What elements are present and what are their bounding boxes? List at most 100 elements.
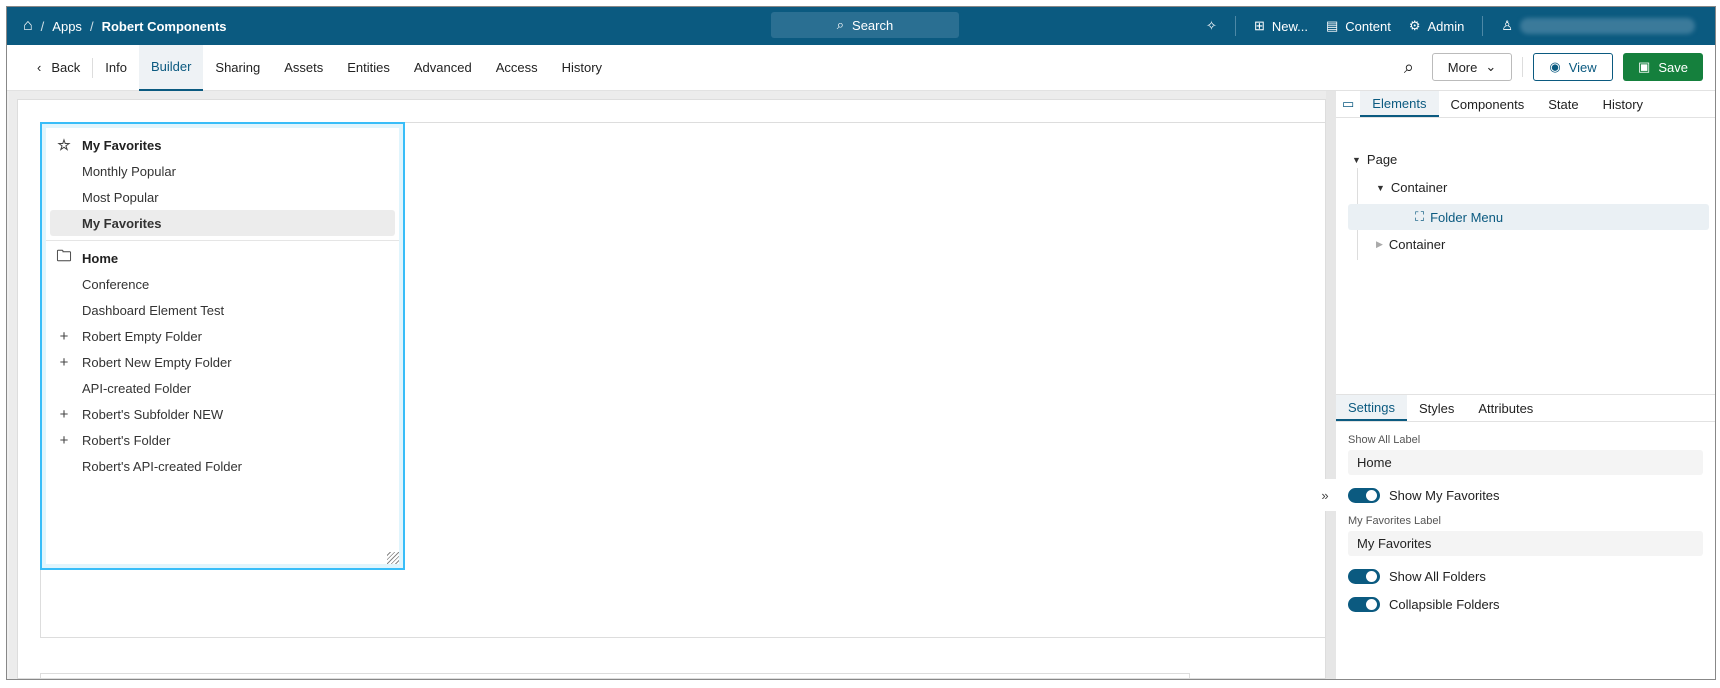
tree-node-container[interactable]: ▼ Container bbox=[1376, 180, 1447, 195]
tree-node-page[interactable]: ▼ Page bbox=[1352, 152, 1397, 167]
expand-plus-icon[interactable]: + bbox=[56, 406, 72, 423]
breadcrumb-separator: / bbox=[40, 18, 45, 34]
star-icon: ☆ bbox=[57, 137, 71, 154]
tab-settings[interactable]: Settings bbox=[1336, 395, 1407, 421]
chevron-left-icon: ‹ bbox=[37, 60, 42, 75]
folder-label: Dashboard Element Test bbox=[82, 302, 225, 318]
folder-label: Robert Empty Folder bbox=[82, 328, 202, 344]
collapsible-folders-toggle[interactable]: Collapsible Folders bbox=[1348, 597, 1703, 612]
divider bbox=[46, 240, 399, 241]
tab-sharing[interactable]: Sharing bbox=[203, 45, 272, 91]
tab-styles[interactable]: Styles bbox=[1407, 395, 1466, 421]
toggle-switch[interactable] bbox=[1348, 597, 1380, 612]
expand-plus-icon[interactable]: + bbox=[56, 328, 72, 345]
tab-state[interactable]: State bbox=[1536, 91, 1590, 117]
back-button[interactable]: ‹ Back bbox=[7, 57, 94, 78]
tab-access[interactable]: Access bbox=[484, 45, 550, 91]
tab-assets[interactable]: Assets bbox=[272, 45, 335, 91]
folder-item[interactable]: Robert's API-created Folder bbox=[50, 453, 395, 479]
tab-panel-history[interactable]: History bbox=[1591, 91, 1655, 117]
top-bar: ⌂ / Apps / Robert Components ⌕ Search ✧ … bbox=[7, 7, 1715, 45]
page-preview: ☆ My Favorites Monthly Popular Most Popul… bbox=[17, 99, 1327, 679]
breadcrumb-current: Robert Components bbox=[101, 18, 227, 34]
favorites-header-label: My Favorites bbox=[82, 137, 162, 153]
item-label: Monthly Popular bbox=[82, 163, 176, 179]
toggle-switch[interactable] bbox=[1348, 569, 1380, 584]
eye-icon: ◉ bbox=[1549, 59, 1561, 74]
container[interactable] bbox=[40, 673, 1190, 679]
more-label: More bbox=[1447, 59, 1478, 75]
view-label: View bbox=[1568, 59, 1597, 75]
favorites-header[interactable]: ☆ My Favorites bbox=[50, 132, 395, 158]
breadcrumb-apps[interactable]: Apps bbox=[52, 19, 82, 34]
folder-item[interactable]: + Robert Empty Folder bbox=[50, 323, 395, 349]
node-label: Page bbox=[1366, 152, 1398, 167]
my-favorites-label-caption: My Favorites Label bbox=[1348, 515, 1441, 527]
layout-icon[interactable]: ▭ bbox=[1336, 91, 1360, 117]
item-label: My Favorites bbox=[82, 215, 162, 231]
show-all-label-caption: Show All Label bbox=[1348, 434, 1421, 446]
toggle-switch[interactable] bbox=[1348, 488, 1380, 503]
container[interactable]: ☆ My Favorites Monthly Popular Most Popul… bbox=[40, 122, 1327, 638]
ai-assistant-icon[interactable]: ✧ bbox=[1206, 18, 1217, 34]
expand-plus-icon[interactable]: + bbox=[56, 432, 72, 449]
folder-item[interactable]: + Robert New Empty Folder bbox=[50, 349, 395, 375]
toggle-label: Show My Favorites bbox=[1389, 488, 1500, 503]
folder-label: Robert's API-created Folder bbox=[82, 458, 242, 474]
tree-node-container[interactable]: ▶ Container bbox=[1376, 237, 1445, 252]
show-all-folders-toggle[interactable]: Show All Folders bbox=[1348, 569, 1703, 584]
breadcrumb: ⌂ / Apps / Robert Components bbox=[23, 17, 227, 35]
new-button[interactable]: ⊞ New... bbox=[1254, 18, 1308, 34]
tree-node-folder-menu[interactable]: ⛶ Folder Menu bbox=[1415, 209, 1503, 225]
panel-tabs: ▭ Elements Components State History bbox=[1336, 91, 1715, 118]
divider bbox=[1482, 16, 1484, 36]
folder-item[interactable]: Dashboard Element Test bbox=[50, 297, 395, 323]
expand-plus-icon[interactable]: + bbox=[56, 354, 72, 371]
app-window: ⌂ / Apps / Robert Components ⌕ Search ✧ … bbox=[6, 6, 1716, 680]
resize-handle[interactable] bbox=[387, 552, 399, 564]
file-icon: ▤ bbox=[1325, 18, 1339, 33]
node-label: Folder Menu bbox=[1430, 209, 1504, 225]
folder-item[interactable]: Conference bbox=[50, 271, 395, 297]
user-menu[interactable]: ♙ bbox=[1501, 18, 1695, 34]
tab-attributes[interactable]: Attributes bbox=[1466, 395, 1545, 421]
home-header[interactable]: 🗀 Home bbox=[50, 245, 395, 271]
list-item[interactable]: Most Popular bbox=[50, 184, 395, 210]
global-search[interactable]: ⌕ Search bbox=[771, 12, 959, 38]
back-label: Back bbox=[51, 60, 81, 75]
home-icon[interactable]: ⌂ bbox=[23, 17, 33, 35]
search-label: Search bbox=[852, 17, 894, 33]
divider bbox=[1522, 57, 1523, 77]
expand-canvas-button[interactable]: » bbox=[1314, 479, 1336, 511]
my-favorites-label-input[interactable]: My Favorites bbox=[1348, 531, 1703, 556]
content-button[interactable]: ▤ Content bbox=[1326, 18, 1391, 34]
tab-components[interactable]: Components bbox=[1439, 91, 1537, 117]
save-button[interactable]: ▣ Save bbox=[1623, 53, 1703, 81]
list-item[interactable]: Monthly Popular bbox=[50, 158, 395, 184]
folder-menu[interactable]: ☆ My Favorites Monthly Popular Most Popul… bbox=[40, 122, 405, 570]
divider bbox=[1234, 16, 1236, 36]
caret-right-icon: ▶ bbox=[1376, 239, 1383, 249]
tab-entities[interactable]: Entities bbox=[335, 45, 402, 91]
show-my-favorites-toggle[interactable]: Show My Favorites bbox=[1348, 488, 1703, 503]
folder-item[interactable]: API-created Folder bbox=[50, 375, 395, 401]
plus-square-icon: ⊞ bbox=[1253, 18, 1265, 33]
tab-elements[interactable]: Elements bbox=[1360, 91, 1439, 117]
element-tree: ▼ Page ▼ Container ⛶ Folder Menu ▶ Container bbox=[1336, 118, 1715, 388]
node-label: Container bbox=[1390, 180, 1448, 195]
folder-item[interactable]: + Robert's Subfolder NEW bbox=[50, 401, 395, 427]
admin-label: Admin bbox=[1427, 18, 1465, 34]
tab-advanced[interactable]: Advanced bbox=[402, 45, 484, 91]
search-icon[interactable]: ⌕ bbox=[1404, 57, 1414, 78]
properties-panel: ▭ Elements Components State History ▼ Pag… bbox=[1336, 91, 1715, 679]
panel-splitter[interactable] bbox=[1326, 91, 1336, 679]
tab-info[interactable]: Info bbox=[93, 45, 139, 91]
tab-history[interactable]: History bbox=[550, 45, 614, 91]
folder-item[interactable]: + Robert's Folder bbox=[50, 427, 395, 453]
admin-button[interactable]: ⚙ Admin bbox=[1409, 18, 1465, 34]
more-button[interactable]: More ⌄ bbox=[1432, 53, 1512, 81]
list-item-selected[interactable]: My Favorites bbox=[50, 210, 395, 236]
tab-builder[interactable]: Builder bbox=[138, 44, 204, 91]
show-all-label-input[interactable]: Home bbox=[1348, 450, 1703, 475]
view-button[interactable]: ◉ View bbox=[1533, 53, 1613, 81]
